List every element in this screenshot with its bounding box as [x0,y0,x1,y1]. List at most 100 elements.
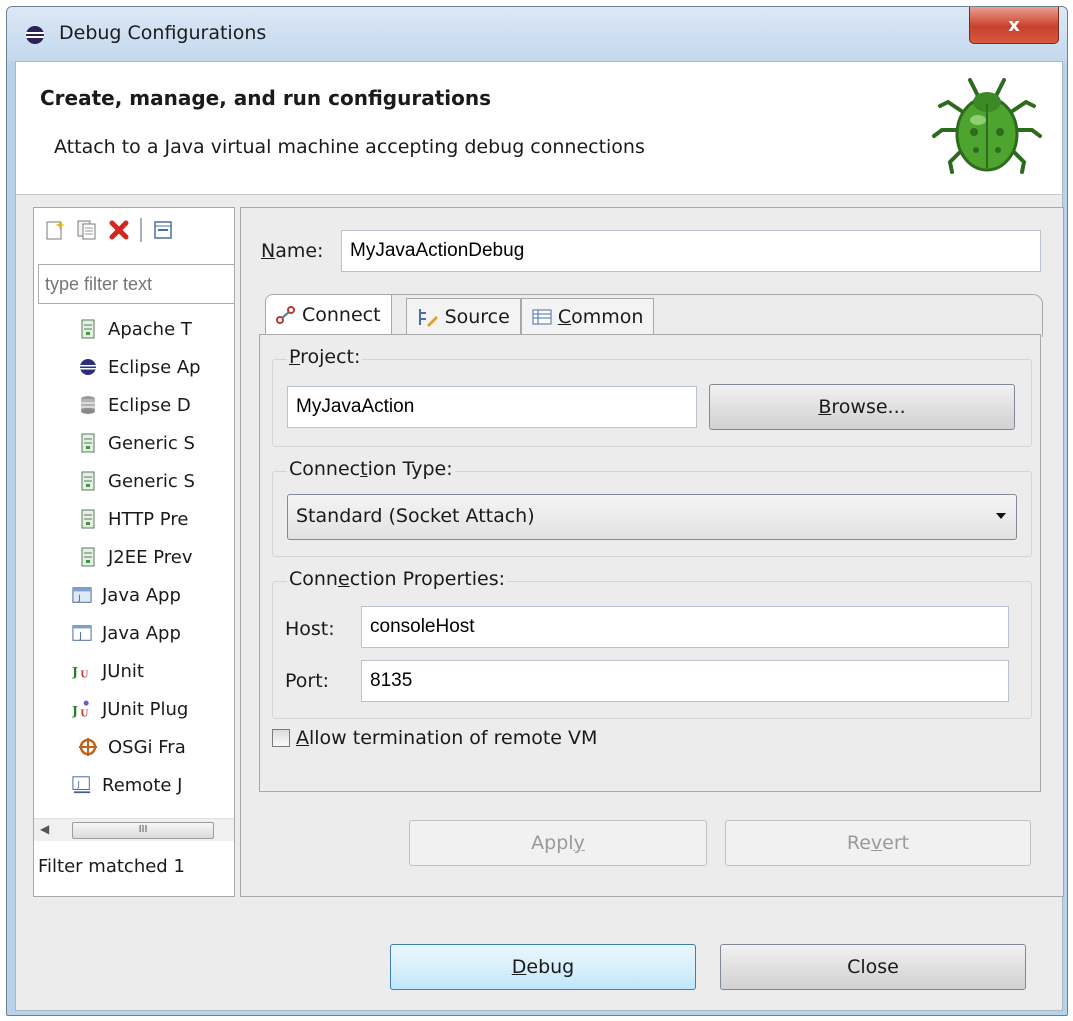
common-icon [532,309,552,324]
horizontal-scrollbar[interactable]: ◀ III [34,818,234,841]
chevron-down-icon [996,513,1006,519]
new-config-icon[interactable] [44,219,66,241]
remote-java-icon: J [72,775,92,795]
allow-termination-checkbox[interactable]: Allow termination of remote VM [272,727,597,749]
host-input[interactable] [361,606,1009,648]
tree-item-remote-java[interactable]: J Remote J [72,768,182,802]
collapse-all-icon[interactable] [152,219,174,241]
close-button[interactable]: Close [720,944,1026,990]
connect-tab-panel: Project: Browse... Connection Type: Stan… [259,334,1041,792]
project-input[interactable] [287,386,697,428]
dialog-client-area: Create, manage, and run configurations A… [15,61,1064,1011]
duplicate-config-icon[interactable] [76,219,98,241]
tab-label: Common [557,305,644,328]
tree-item-j2ee-preview[interactable]: J2EE Prev [78,540,193,574]
java-app-icon: J [72,623,92,643]
tree-item-eclipse-application[interactable]: Eclipse Ap [78,350,201,384]
server-icon [78,433,98,453]
allow-termination-label: Allow termination of remote VM [296,727,598,749]
dialog-header: Create, manage, and run configurations A… [16,62,1062,195]
svg-text:J: J [78,631,82,641]
server-icon [78,471,98,491]
debug-configurations-window: Debug Configurations x Create, manage, a… [6,6,1068,1016]
tab-common[interactable]: Common [520,298,655,334]
filter-input[interactable] [38,264,234,304]
title-bar[interactable]: Debug Configurations x [7,7,1067,61]
port-label: Port: [285,670,330,692]
source-icon [418,308,438,327]
tree-item-junit[interactable]: JU JUnit [72,654,144,688]
eclipse-icon [26,26,44,44]
tree-item-generic-server-1[interactable]: Generic S [78,426,195,460]
tree-item-label: J2EE Prev [108,546,193,568]
connection-properties-group: Connection Properties: Host: Port: [272,568,1032,719]
tree-item-osgi-framework[interactable]: OSGi Fra [78,730,186,764]
header-title: Create, manage, and run configurations [40,86,491,110]
delete-config-icon[interactable] [108,219,130,241]
tree-item-label: Generic S [108,470,195,492]
debug-button[interactable]: Debug [390,944,696,990]
connection-properties-label: Connection Properties: [287,568,507,590]
debug-bug-icon [932,78,1042,174]
tree-item-label: Apache T [108,318,192,340]
svg-text:J: J [76,779,79,789]
checkbox-box[interactable] [272,729,290,747]
tab-label: Source [444,305,510,328]
port-input[interactable] [361,660,1009,702]
svg-text:J: J [72,703,78,718]
connection-type-group: Connection Type: Standard (Socket Attach… [272,458,1032,557]
browse-button[interactable]: Browse... [709,384,1015,430]
server-icon [78,319,98,339]
server-icon [78,547,98,567]
apply-button[interactable]: Appl y [409,820,707,866]
tree-item-label: OSGi Fra [108,736,186,758]
scroll-left-icon[interactable]: ◀ [40,822,49,836]
header-description: Attach to a Java virtual machine accepti… [54,136,645,158]
tree-item-label: Eclipse Ap [108,356,201,378]
tree-item-label: JUnit Plug [102,698,189,720]
project-label: Project: [287,346,363,368]
tree-item-label: Java App [102,622,181,644]
svg-text:J: J [72,664,78,679]
junit-plugin-icon: JU [72,699,92,720]
tree-item-java-applet[interactable]: J Java App [72,578,181,612]
toolbar-separator [140,218,142,242]
tree-item-junit-plugin[interactable]: JU JUnit Plug [72,692,188,726]
tree-item-label: JUnit [102,660,144,682]
revert-button[interactable]: Re v ert [725,820,1031,866]
tree-item-generic-server-2[interactable]: Generic S [78,464,195,498]
connection-type-label: Connection Type: [287,458,455,480]
name-label: Name: [261,240,324,262]
project-group: Project: Browse... [272,346,1032,447]
tree-item-label: Java App [102,584,181,606]
server-icon [78,509,98,529]
host-label: Host: [285,618,335,640]
tree-item-http-preview[interactable]: HTTP Pre [78,502,188,536]
tree-item-java-application[interactable]: J Java App [72,616,181,650]
configuration-tree-panel: Apache T Eclipse Ap Eclipse D Generic S … [33,207,235,897]
connection-type-select[interactable]: Standard (Socket Attach) [287,494,1017,540]
tab-source[interactable]: Source [405,298,521,334]
tab-label: Connect [302,303,381,326]
tree-toolbar [44,216,174,244]
database-icon [78,395,98,415]
tab-connect[interactable]: Connect [265,294,392,334]
connect-icon [276,305,295,324]
configuration-editor-panel: Name: Connect Source Common [240,207,1064,897]
scroll-thumb[interactable]: III [72,822,214,839]
tree-item-eclipse-data[interactable]: Eclipse D [78,388,191,422]
window-close-button[interactable]: x [969,7,1059,44]
tree-item-apache-tomcat[interactable]: Apache T [78,312,192,346]
tree-item-label: Remote J [102,774,183,796]
osgi-icon [78,737,98,757]
svg-text:J: J [77,592,80,602]
tree-item-label: Generic S [108,432,195,454]
name-input[interactable] [341,230,1041,272]
filter-status-text: Filter matched 1 [38,856,185,877]
tree-item-label: HTTP Pre [108,508,189,530]
java-applet-icon: J [72,585,92,605]
eclipse-icon [78,357,98,377]
svg-text:U: U [80,670,88,681]
svg-text:U: U [80,709,88,720]
window-title: Debug Configurations [59,22,267,44]
